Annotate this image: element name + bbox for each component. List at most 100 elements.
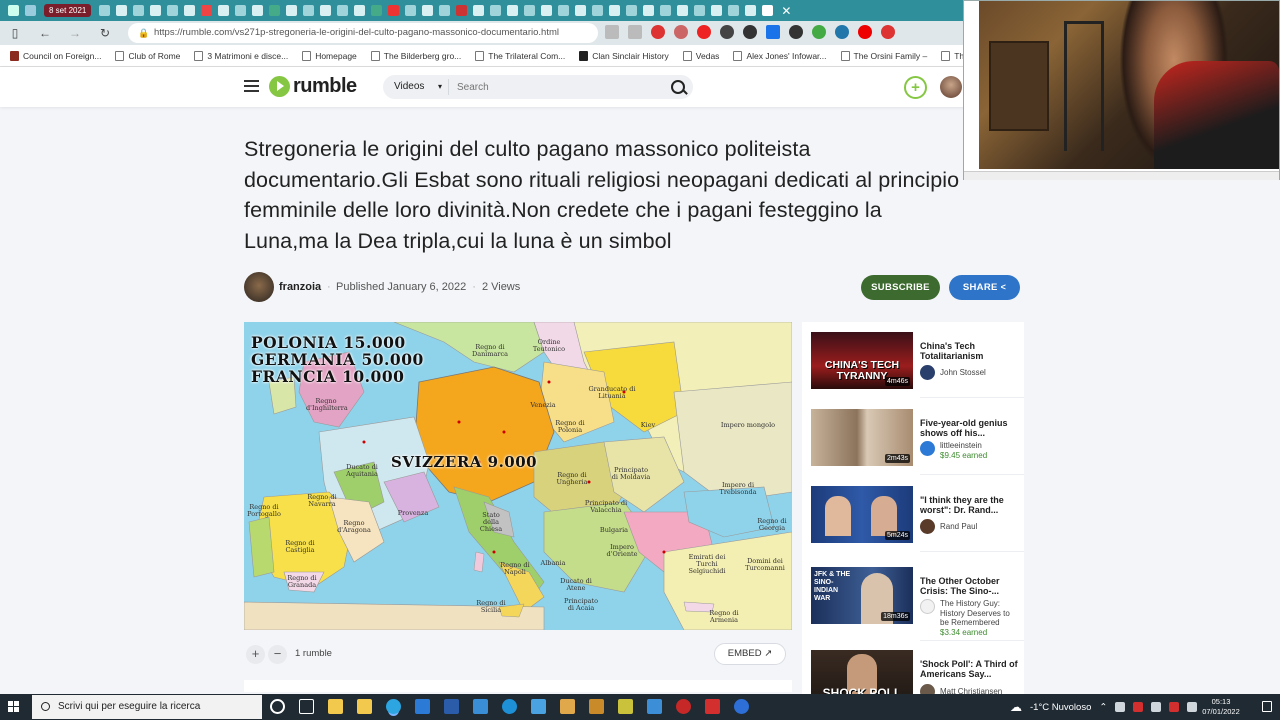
tab-icon[interactable] <box>728 5 740 16</box>
file-explorer-icon[interactable] <box>328 699 343 714</box>
user-avatar[interactable] <box>940 76 962 98</box>
tab-icon[interactable] <box>456 5 468 16</box>
bookmark-item[interactable]: Vedas <box>682 50 719 61</box>
reload-icon[interactable]: ↻ <box>90 26 120 40</box>
tab-icon[interactable] <box>745 5 757 16</box>
feather-extension-icon[interactable] <box>674 25 688 39</box>
app-icon[interactable] <box>473 699 488 714</box>
tab-icon[interactable] <box>694 5 706 16</box>
tab-icon[interactable] <box>286 5 298 16</box>
menu-icon[interactable] <box>244 80 259 92</box>
tab-icon[interactable] <box>235 5 247 16</box>
tab-icon[interactable] <box>303 5 315 16</box>
channel-name[interactable]: The History Guy: History Deserves to be … <box>940 599 1020 628</box>
tab-icon[interactable] <box>184 5 196 16</box>
tool-icon[interactable] <box>618 699 633 714</box>
tab-icon[interactable] <box>677 5 689 16</box>
tab-icon[interactable] <box>711 5 723 16</box>
channel-name[interactable]: Matt Christiansen <box>940 684 1002 694</box>
recommended-video[interactable]: 5m24s "I think they are the worst": Dr. … <box>811 486 1017 548</box>
bookmark-item[interactable]: The Orsini Family – <box>840 50 927 61</box>
tab-icon[interactable] <box>269 5 281 16</box>
cortana-icon[interactable] <box>270 699 285 714</box>
weather-text[interactable]: -1°C Nuvoloso <box>1030 702 1091 713</box>
pinterest-icon[interactable] <box>858 25 872 39</box>
tab-active[interactable]: 8 set 2021 <box>44 4 92 17</box>
tab-icon[interactable] <box>252 5 264 16</box>
folder-icon[interactable] <box>560 699 575 714</box>
tab-icon[interactable] <box>643 5 655 16</box>
tab-icon[interactable] <box>133 5 145 16</box>
shield-app-icon[interactable] <box>589 699 604 714</box>
tab-icon[interactable] <box>25 5 36 16</box>
recorder-icon[interactable] <box>676 699 691 714</box>
shield-extension-icon[interactable] <box>720 25 734 39</box>
channel-name[interactable]: John Stossel <box>940 365 986 378</box>
video-title[interactable]: China's Tech Totalitarianism <box>920 341 1020 361</box>
bookmark-item[interactable]: Council on Foreign... <box>10 50 101 61</box>
tray-app-icon[interactable] <box>1133 702 1144 712</box>
video-player[interactable]: POLONIA 15.000 GERMANIA 50.000 FRANCIA 1… <box>244 322 792 630</box>
tab-icon[interactable] <box>541 5 553 16</box>
search-category-select[interactable]: Videos ▾ <box>383 79 449 95</box>
tab-icon[interactable] <box>660 5 672 16</box>
channel-avatar[interactable] <box>920 684 935 694</box>
video-title[interactable]: Five-year-old genius shows off his... <box>920 418 1020 438</box>
tab-icon[interactable] <box>150 5 162 16</box>
chevron-up-icon[interactable]: ⌃ <box>1099 702 1107 713</box>
stop-extension-icon[interactable] <box>651 25 665 39</box>
channel-name[interactable]: littleeinstein <box>940 441 987 451</box>
tab-icon[interactable] <box>490 5 502 16</box>
channel-avatar[interactable] <box>920 599 935 614</box>
vs-code-icon[interactable] <box>647 699 662 714</box>
video-thumbnail[interactable]: CHINA'S TECH TYRANNY 4m46s <box>811 332 913 389</box>
edge-browser-icon[interactable] <box>386 699 401 714</box>
tab-icon[interactable] <box>218 5 230 16</box>
video-thumbnail[interactable]: 5m24s <box>811 486 913 543</box>
tab-icon[interactable] <box>473 5 485 16</box>
recommended-video[interactable]: 2m43s Five-year-old genius shows off his… <box>811 409 1017 471</box>
channel-name[interactable]: Rand Paul <box>940 519 977 532</box>
channel-avatar[interactable] <box>920 519 935 534</box>
tab-icon[interactable] <box>99 5 111 16</box>
tab-icon[interactable] <box>405 5 417 16</box>
tab-icon[interactable] <box>609 5 621 16</box>
windows-start-icon[interactable] <box>8 701 20 713</box>
forward-arrow-icon[interactable]: → <box>60 26 90 40</box>
channel-name[interactable]: franzoia <box>279 281 321 293</box>
search-input[interactable] <box>449 81 663 93</box>
tray-app-icon[interactable] <box>1169 702 1180 712</box>
video-thumbnail[interactable]: SHOCK POLL <box>811 650 913 694</box>
share-button[interactable]: SHARE < <box>949 275 1020 300</box>
upvote-button[interactable]: + <box>246 645 265 664</box>
bookmark-item[interactable]: 3 Matrimoni e disce... <box>194 50 288 61</box>
video-title[interactable]: "I think they are the worst": Dr. Rand..… <box>920 495 1020 515</box>
upload-button[interactable]: + <box>904 76 927 99</box>
search-icon[interactable] <box>663 75 693 99</box>
tab-icon[interactable] <box>388 5 400 16</box>
address-bar[interactable]: 🔒 https://rumble.com/vs271p-stregoneria-… <box>128 23 598 43</box>
rumble-logo[interactable]: rumble <box>269 75 357 98</box>
mail-icon[interactable] <box>415 699 430 714</box>
tab-icon[interactable] <box>116 5 128 16</box>
tab-icon[interactable] <box>558 5 570 16</box>
video-title[interactable]: 'Shock Poll': A Third of Americans Say..… <box>920 659 1020 679</box>
channel-avatar[interactable] <box>244 272 274 302</box>
tab-icon[interactable] <box>337 5 349 16</box>
bookmark-item[interactable]: Alex Jones' Infowar... <box>733 50 827 61</box>
red-app-icon[interactable] <box>705 699 720 714</box>
ie-icon[interactable] <box>502 699 517 714</box>
recommended-video[interactable]: SHOCK POLL 'Shock Poll': A Third of Amer… <box>811 650 1020 694</box>
close-tab-icon[interactable]: ✕ <box>781 4 791 18</box>
tab-icon[interactable] <box>422 5 434 16</box>
recommended-video[interactable]: JFK & THE SINO-INDIAN WAR 18m36s The Oth… <box>811 567 1020 637</box>
taskbar-search[interactable]: Scrivi qui per eseguire la ricerca <box>32 695 262 719</box>
bookmark-item[interactable]: Club of Rome <box>115 50 180 61</box>
firefox-icon[interactable] <box>734 699 749 714</box>
file-icon[interactable] <box>531 699 546 714</box>
channel-avatar[interactable] <box>920 441 935 456</box>
tab-icon[interactable] <box>507 5 519 16</box>
tab-icon[interactable] <box>592 5 604 16</box>
word-icon[interactable] <box>444 699 459 714</box>
window-menu-icon[interactable] <box>8 5 19 16</box>
